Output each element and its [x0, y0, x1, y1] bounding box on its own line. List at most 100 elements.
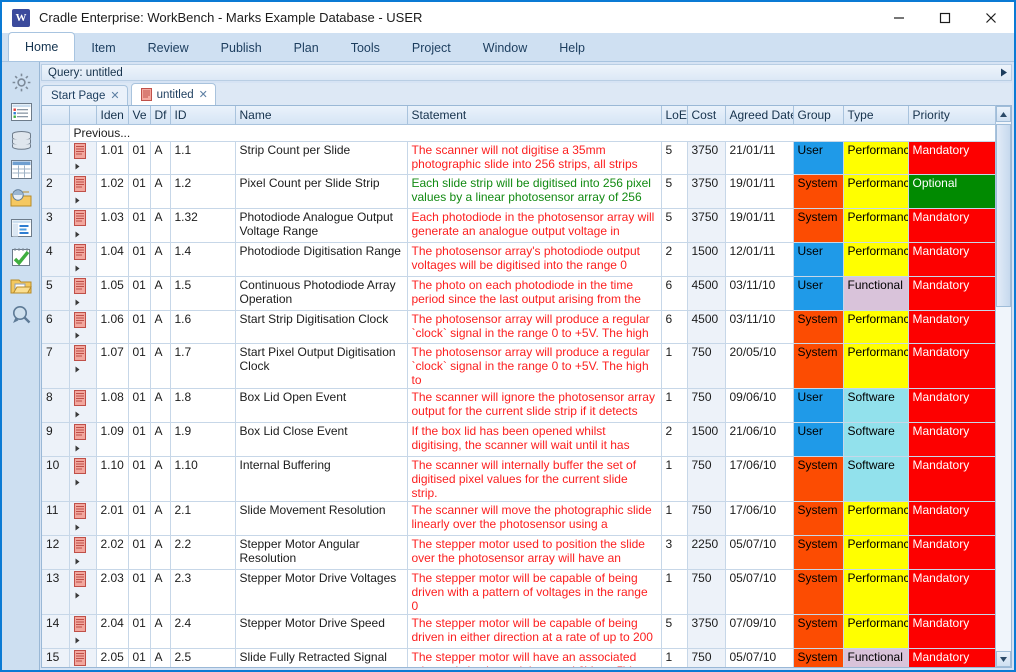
- ribbon-tab-home[interactable]: Home: [8, 32, 76, 61]
- loe-cell-text: 1: [665, 649, 673, 664]
- id-cell-text: 2.4: [174, 615, 192, 630]
- definition-cell-text: A: [154, 345, 163, 360]
- version-cell: 01: [128, 614, 151, 649]
- expand-arrow-icon[interactable]: [75, 295, 80, 309]
- column-header-ve[interactable]: Ve: [128, 106, 151, 125]
- cost-cell-text: 3750: [691, 142, 719, 157]
- agreed-date-cell: 07/09/10: [725, 614, 794, 649]
- priority-cell-text: Mandatory: [912, 458, 970, 473]
- close-icon[interactable]: ✕: [199, 88, 208, 101]
- close-icon[interactable]: ✕: [110, 89, 119, 102]
- table-row[interactable]: 4 1.04 01 A 1.4 Photodiode Digitisation Range…: [42, 242, 1001, 277]
- expand-arrow-icon[interactable]: [75, 227, 80, 241]
- left-sidebar: [2, 62, 40, 670]
- column-header-df[interactable]: Df: [150, 106, 171, 125]
- expand-arrow-icon[interactable]: [75, 407, 80, 421]
- expand-arrow-icon[interactable]: [75, 328, 80, 342]
- column-header-statement[interactable]: Statement: [407, 106, 662, 125]
- document-tab-start-page[interactable]: Start Page ✕: [41, 85, 128, 105]
- table-row[interactable]: 2 1.02 01 A 1.2 Pixel Count per Slide Strip Ea…: [42, 174, 1001, 210]
- table-row[interactable]: 15 2.05 01 A 2.5 Slide Fully Retracted Signal…: [42, 648, 1001, 667]
- sidebar-item-layout[interactable]: [2, 213, 40, 242]
- column-header-type[interactable]: Type: [843, 106, 909, 125]
- expand-arrow-icon[interactable]: [75, 666, 80, 667]
- expand-arrow-icon[interactable]: [75, 159, 80, 173]
- table-row[interactable]: 1 1.01 01 A 1.1 Strip Count per Slide The scan…: [42, 141, 1001, 176]
- agreed-date-cell-text: 21/06/10: [729, 424, 777, 439]
- loe-cell: 5: [661, 614, 688, 649]
- column-header-id[interactable]: ID: [170, 106, 236, 125]
- expand-arrow-icon[interactable]: [75, 554, 80, 568]
- table-row[interactable]: 6 1.06 01 A 1.6 Start Strip Digitisation Cloc…: [42, 310, 1001, 345]
- table-row[interactable]: 11 2.01 01 A 2.1 Slide Movement Resolution The…: [42, 501, 1001, 536]
- column-header-agreed-date[interactable]: Agreed Date: [725, 106, 794, 125]
- query-bar[interactable]: Query: untitled: [41, 64, 1012, 81]
- table-row[interactable]: 12 2.02 01 A 2.2 Stepper Motor Angular Resolu…: [42, 535, 1001, 570]
- expand-arrow-icon[interactable]: [75, 633, 80, 647]
- ribbon-tab-help[interactable]: Help: [543, 34, 601, 61]
- sidebar-item-properties[interactable]: [2, 97, 40, 126]
- document-tab-untitled[interactable]: untitled ✕: [130, 83, 216, 105]
- ribbon-tab-tools[interactable]: Tools: [335, 34, 396, 61]
- type-cell: Performance: [843, 614, 909, 649]
- table-row[interactable]: 14 2.04 01 A 2.4 Stepper Motor Drive Speed The…: [42, 614, 1001, 649]
- expand-arrow-icon[interactable]: [75, 261, 80, 275]
- scroll-down-button[interactable]: [996, 651, 1011, 667]
- sidebar-item-search[interactable]: [2, 300, 40, 329]
- table-row[interactable]: 10 1.10 01 A 1.10 Internal Buffering The scann…: [42, 456, 1001, 503]
- table-row[interactable]: 13 2.03 01 A 2.3 Stepper Motor Drive Voltages…: [42, 569, 1001, 615]
- column-header-name[interactable]: Name: [235, 106, 408, 125]
- minimize-button[interactable]: [876, 2, 922, 33]
- column-header-blank-0[interactable]: [42, 106, 70, 125]
- close-button[interactable]: [968, 2, 1014, 33]
- ribbon-tab-window[interactable]: Window: [467, 34, 543, 61]
- identity-cell: 1.02: [96, 174, 129, 210]
- expand-arrow-icon[interactable]: [75, 193, 80, 207]
- expand-arrow-icon[interactable]: [75, 441, 80, 455]
- table-row[interactable]: 5 1.05 01 A 1.5 Continuous Photodiode Array O…: [42, 276, 1001, 311]
- priority-cell-text: Mandatory: [912, 536, 970, 551]
- table-row[interactable]: 3 1.03 01 A 1.32 Photodiode Analogue Output V…: [42, 208, 1001, 243]
- column-header-group[interactable]: Group: [793, 106, 844, 125]
- sidebar-item-folder[interactable]: [2, 271, 40, 300]
- ribbon-tab-plan[interactable]: Plan: [278, 34, 335, 61]
- table-row[interactable]: 8 1.08 01 A 1.8 Box Lid Open Event The scanner…: [42, 388, 1001, 424]
- table-row[interactable]: 7 1.07 01 A 1.7 Start Pixel Output Digitisati…: [42, 343, 1001, 390]
- ribbon-tab-review[interactable]: Review: [132, 34, 205, 61]
- column-header-iden[interactable]: Iden: [96, 106, 129, 125]
- query-bar-expand-icon[interactable]: [997, 65, 1011, 80]
- sidebar-item-secure-folder[interactable]: [2, 184, 40, 213]
- column-header-blank-1[interactable]: [69, 106, 97, 125]
- ribbon-tab-publish[interactable]: Publish: [205, 34, 278, 61]
- scrollbar-thumb[interactable]: [996, 124, 1011, 307]
- ribbon-tab-project[interactable]: Project: [396, 34, 467, 61]
- expand-arrow-icon[interactable]: [75, 475, 80, 489]
- expand-arrow-icon[interactable]: [75, 520, 80, 534]
- row-type-icon-cell: [69, 276, 97, 311]
- identity-cell: 1.06: [96, 310, 129, 345]
- table-row[interactable]: 9 1.09 01 A 1.9 Box Lid Close Event If the box…: [42, 422, 1001, 458]
- sidebar-item-table[interactable]: [2, 155, 40, 184]
- row-type-icon-cell: [69, 422, 97, 458]
- type-cell: Performance: [843, 343, 909, 390]
- column-header-cost[interactable]: Cost: [687, 106, 726, 125]
- sidebar-item-review[interactable]: [2, 242, 40, 271]
- expand-arrow-icon[interactable]: [75, 588, 80, 602]
- agreed-date-cell: 17/06/10: [725, 456, 794, 503]
- ribbon-tab-item[interactable]: Item: [75, 34, 131, 61]
- scroll-up-button[interactable]: [996, 106, 1011, 122]
- sidebar-item-settings[interactable]: [2, 68, 40, 97]
- type-cell-text: Performance: [847, 503, 908, 518]
- maximize-button[interactable]: [922, 2, 968, 33]
- column-header-loe[interactable]: LoE: [661, 106, 688, 125]
- vertical-scrollbar[interactable]: [995, 105, 1012, 668]
- sidebar-item-database[interactable]: [2, 126, 40, 155]
- type-cell-text: Functional: [847, 649, 903, 664]
- column-header-priority[interactable]: Priority: [908, 106, 1001, 125]
- row-number-cell-text: 9: [46, 424, 53, 439]
- type-cell-text: Performance: [847, 243, 908, 258]
- database-icon: [11, 131, 32, 150]
- cost-cell: 750: [687, 501, 726, 536]
- previous-page-row[interactable]: Previous...: [42, 124, 1001, 142]
- expand-arrow-icon[interactable]: [75, 362, 80, 376]
